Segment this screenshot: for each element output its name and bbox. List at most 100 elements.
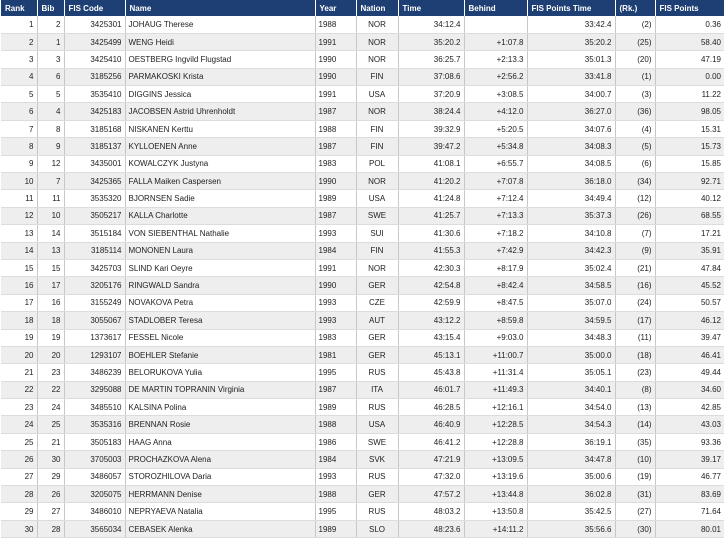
cell-name: BJORNSEN Sadie [125,189,316,208]
cell-fis-points-time: 33:42.4 [527,16,616,34]
cell-bib: 15 [37,259,65,278]
cell-fis-points-time: 34:54.3 [527,415,616,434]
cell-rk: (9) [615,242,656,260]
cell-behind: +8:47.5 [464,294,528,313]
cell-bib: 4 [37,102,65,121]
table-row[interactable]: 1 2 3425301 JOHAUG Therese 1988 NOR 34:12.4 33:… [1,16,724,34]
table-row[interactable]: 26 30 3705003 PROCHAZKOVA Alena 1984 SVK 47:21… [1,450,724,469]
cell-name: CEBASEK Alenka [125,520,316,538]
header-rank[interactable]: Rank [1,0,38,16]
cell-nation: SUI [356,224,399,243]
header-bib[interactable]: Bib [37,0,65,16]
table-row[interactable]: 22 22 3295088 DE MARTIN TOPRANIN Virginia 19… [1,381,724,400]
table-row[interactable]: 21 23 3486239 BELORUKOVA Yulia 1995 RUS 45:43.… [1,363,724,382]
cell-fis-points: 0.00 [655,68,724,87]
cell-rk: (7) [615,224,656,243]
table-row[interactable]: 6 4 3425183 JACOBSEN Astrid Uhrenholdt 1987 N… [1,102,724,121]
cell-fis-code: 3565034 [64,520,126,538]
cell-time: 47:32.0 [398,468,465,487]
table-row[interactable]: 10 7 3425365 FALLA Maiken Caspersen 1990 NOR 4… [1,172,724,191]
table-row[interactable]: 2 1 3425499 WENG Heidi 1991 NOR 35:20.2 +1:07.8… [1,33,724,52]
cell-fis-code: 3425183 [64,102,126,121]
table-row[interactable]: 17 16 3155249 NOVAKOVA Petra 1993 CZE 42:59.9 +… [1,294,724,313]
header-behind[interactable]: Behind [464,0,528,16]
cell-name: NEPRYAEVA Natalia [125,502,316,521]
cell-rk: (35) [615,433,656,452]
table-row[interactable]: 7 8 3185168 NISKANEN Kerttu 1988 FIN 39:32.9 +5… [1,120,724,139]
cell-name: KYLLOENEN Anne [125,137,316,156]
table-row[interactable]: 30 28 3565034 CEBASEK Alenka 1989 SLO 48:23.6 +… [1,520,724,538]
cell-year: 1988 [315,415,357,434]
table-row[interactable]: 25 21 3505183 HAAG Anna 1986 SWE 46:41.2 +12:28… [1,433,724,452]
cell-fis-points-time: 35:37.3 [527,207,616,226]
cell-fis-points-time: 34:10.8 [527,224,616,243]
cell-nation: FIN [356,68,399,87]
cell-bib: 24 [37,398,65,417]
cell-name: STOROZHILOVA Daria [125,468,316,487]
table-row[interactable]: 16 17 3205176 RINGWALD Sandra 1990 GER 42:54.8… [1,276,724,295]
table-row[interactable]: 9 12 3435001 KOWALCZYK Justyna 1983 POL 41:08.… [1,155,724,174]
header-fis-code[interactable]: FIS Code [64,0,126,16]
table-row[interactable]: 20 20 1293107 BOEHLER Stefanie 1981 GER 45:13.… [1,346,724,365]
table-row[interactable]: 14 13 3185114 MONONEN Laura 1984 FIN 41:55.3 +7… [1,242,724,260]
cell-time: 41:55.3 [398,242,465,260]
header-time[interactable]: Time [398,0,465,16]
header-year[interactable]: Year [315,0,357,16]
table-row[interactable]: 19 19 1373617 FESSEL Nicole 1983 GER 43:15.4 +9… [1,329,724,347]
table-row[interactable]: 24 25 3535316 BRENNAN Rosie 1988 USA 46:40.9 +1… [1,415,724,434]
cell-behind: +8:17.9 [464,259,528,278]
table-row[interactable]: 23 24 3485510 KALSINA Polina 1989 RUS 46:28.5 +… [1,398,724,417]
results-body: 1 2 3425301 JOHAUG Therese 1988 NOR 34:12.4 33:… [1,16,724,538]
table-row[interactable]: 12 10 3505217 KALLA Charlotte 1987 SWE 41:25.7… [1,207,724,226]
cell-fis-code: 3425499 [64,33,126,52]
table-row[interactable]: 4 6 3185256 PARMAKOSKI Krista 1990 FIN 37:08.6… [1,68,724,87]
table-row[interactable]: 3 3 3425410 OESTBERG Ingvild Flugstad 1990 NO… [1,50,724,69]
table-row[interactable]: 27 29 3486057 STOROZHILOVA Daria 1993 RUS 47:3… [1,468,724,487]
cell-behind: +7:18.2 [464,224,528,243]
table-row[interactable]: 15 15 3425703 SLIND Kari Oeyre 1991 NOR 42:30.… [1,259,724,278]
header-rk[interactable]: (Rk.) [615,0,656,16]
cell-fis-points: 83.69 [655,485,724,504]
table-row[interactable]: 28 26 3205075 HERRMANN Denise 1988 GER 47:57.2… [1,485,724,504]
cell-name: STADLOBER Teresa [125,311,316,330]
cell-fis-code: 3505217 [64,207,126,226]
header-nation[interactable]: Nation [356,0,399,16]
cell-behind [464,16,528,34]
cell-fis-points-time: 34:08.5 [527,155,616,174]
cell-fis-points-time: 36:02.8 [527,485,616,504]
cell-fis-code: 3505183 [64,433,126,452]
header-fis-points-time[interactable]: FIS Points Time [527,0,616,16]
cell-fis-code: 3425703 [64,259,126,278]
table-row[interactable]: 8 9 3185137 KYLLOENEN Anne 1987 FIN 39:47.2 +5:… [1,137,724,156]
header-name[interactable]: Name [125,0,316,16]
cell-time: 48:03.2 [398,502,465,521]
cell-fis-points: 15.31 [655,120,724,139]
cell-fis-points: 46.12 [655,311,724,330]
cell-rank: 6 [1,102,38,121]
cell-time: 47:21.9 [398,450,465,469]
cell-fis-code: 3425410 [64,50,126,69]
cell-rank: 14 [1,242,38,260]
cell-behind: +8:42.4 [464,276,528,295]
table-row[interactable]: 18 18 3055067 STADLOBER Teresa 1993 AUT 43:12.… [1,311,724,330]
cell-rank: 24 [1,415,38,434]
cell-time: 38:24.4 [398,102,465,121]
cell-fis-code: 1373617 [64,329,126,347]
cell-rank: 20 [1,346,38,365]
table-row[interactable]: 13 14 3515184 VON SIEBENTHAL Nathalie 1993 SU… [1,224,724,243]
cell-behind: +5:20.5 [464,120,528,139]
cell-fis-points-time: 35:07.0 [527,294,616,313]
cell-behind: +7:42.9 [464,242,528,260]
table-row[interactable]: 11 11 3535320 BJORNSEN Sadie 1989 USA 41:24.8 +… [1,189,724,208]
table-row[interactable]: 29 27 3486010 NEPRYAEVA Natalia 1995 RUS 48:03… [1,502,724,521]
cell-nation: SWE [356,433,399,452]
cell-behind: +12:16.1 [464,398,528,417]
cell-bib: 8 [37,120,65,139]
cell-rank: 25 [1,433,38,452]
table-row[interactable]: 5 5 3535410 DIGGINS Jessica 1991 USA 37:20.9 +3… [1,85,724,104]
header-fis-points[interactable]: FIS Points [655,0,724,16]
cell-rank: 11 [1,189,38,208]
cell-fis-points: 40.12 [655,189,724,208]
cell-time: 42:54.8 [398,276,465,295]
cell-year: 1987 [315,102,357,121]
